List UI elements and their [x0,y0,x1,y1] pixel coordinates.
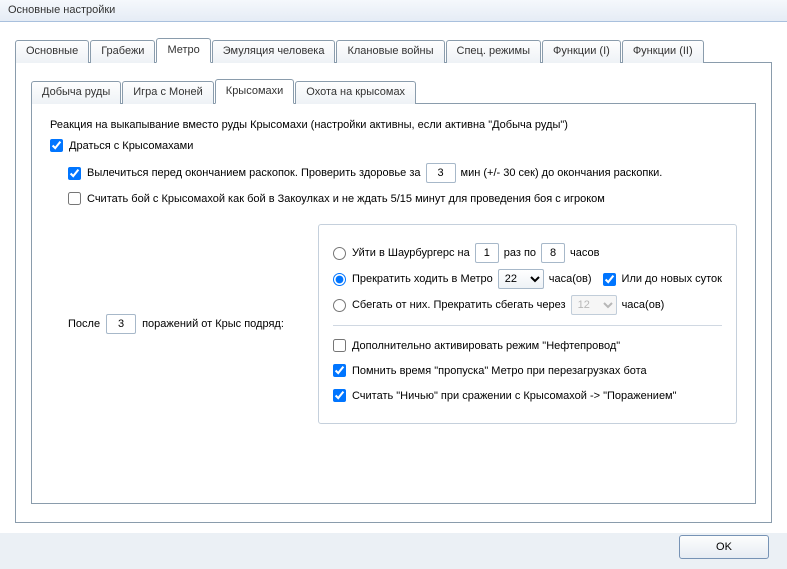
count-alley-label: Считать бой с Крысомахой как бой в Закоу… [87,193,605,205]
after-pre: После [68,318,100,330]
opt3-row: Сбегать от них. Прекратить сбегать через… [333,295,722,315]
extra3-label: Считать "Ничью" при сражении с Крысомахо… [352,390,677,402]
after-post: поражений от Крыс подряд: [142,318,284,330]
opt2-pre: Прекратить ходить в Метро [352,273,493,285]
count-alley-checkbox[interactable] [68,192,81,205]
heal-minutes-input[interactable] [426,163,456,183]
opt3-radio[interactable] [333,299,346,312]
tab-ore[interactable]: Добыча руды [31,81,121,104]
heal-label-pre: Вылечиться перед окончанием раскопок. Пр… [87,167,421,179]
opt1-post: часов [570,247,599,259]
tab-monya[interactable]: Игра с Моней [122,81,214,104]
extra2-label: Помнить время "пропуска" Метро при перез… [352,365,647,377]
tab-func1[interactable]: Функции (I) [542,40,621,63]
opt3-hours-select[interactable]: 12 [571,295,617,315]
extra1-label: Дополнительно активировать режим "Нефтеп… [352,340,620,352]
opt2-or-checkbox[interactable] [603,273,616,286]
heal-checkbox[interactable] [68,167,81,180]
extra1-row: Дополнительно активировать режим "Нефтеп… [333,336,722,355]
main-tabstrip: Основные Грабежи Метро Эмуляция человека… [15,37,772,63]
after-count-input[interactable] [106,314,136,334]
tab-grabezhi[interactable]: Грабежи [90,40,155,63]
opt1-row: Уйти в Шаурбургерс на раз по часов [333,243,722,263]
opt2-row: Прекратить ходить в Метро 22 часа(ов) Ил… [333,269,722,289]
opt2-hours-select[interactable]: 22 [498,269,544,289]
extra2-checkbox[interactable] [333,364,346,377]
footer: OK [679,535,769,559]
main-window: Основные настройки Основные Грабежи Метр… [0,0,787,569]
tab-klanovye[interactable]: Клановые войны [336,40,444,63]
metro-tabstrip: Добыча руды Игра с Моней Крысомахи Охота… [31,78,756,104]
content-area: Основные Грабежи Метро Эмуляция человека… [0,22,787,533]
fight-checkbox[interactable] [50,139,63,152]
extra3-row: Считать "Ничью" при сражении с Крысомахо… [333,386,722,405]
opt1-radio[interactable] [333,247,346,260]
panel-heading: Реакция на выкапывание вместо руды Крысо… [50,119,737,131]
opt1-hours-input[interactable] [541,243,565,263]
fight-checkbox-row: Драться с Крысомахами [50,139,193,152]
options-fieldset: Уйти в Шаурбургерс на раз по часов Прекр… [318,224,737,424]
tab-spets[interactable]: Спец. режимы [446,40,542,63]
defeat-config-row: После поражений от Крыс подряд: Уйти в Ш… [68,224,737,424]
tab-metro[interactable]: Метро [156,38,210,63]
window-title: Основные настройки [0,0,787,22]
tab-hunt[interactable]: Охота на крысомах [295,81,416,104]
after-label-group: После поражений от Крыс подряд: [68,314,318,334]
count-alley-row: Считать бой с Крысомахой как бой в Закоу… [68,189,737,208]
heal-row: Вылечиться перед окончанием раскопок. Пр… [68,163,737,183]
main-tabpanel: Добыча руды Игра с Моней Крысомахи Охота… [15,63,772,523]
opt1-mid: раз по [504,247,536,259]
opt2-post: часа(ов) [549,273,592,285]
tab-func2[interactable]: Функции (II) [622,40,704,63]
fight-label: Драться с Крысомахами [69,140,193,152]
tab-krysomakhi[interactable]: Крысомахи [215,79,295,104]
opt1-times-input[interactable] [475,243,499,263]
heal-label-post: мин (+/- 30 сек) до окончания раскопки. [461,167,663,179]
options-divider [333,325,722,326]
opt3-post: часа(ов) [622,299,665,311]
ok-button[interactable]: OK [679,535,769,559]
extra3-checkbox[interactable] [333,389,346,402]
opt2-radio[interactable] [333,273,346,286]
opt1-pre: Уйти в Шаурбургерс на [352,247,470,259]
metro-tabpanel: Реакция на выкапывание вместо руды Крысо… [31,104,756,504]
extra2-row: Помнить время "пропуска" Метро при перез… [333,361,722,380]
tab-osnovnye[interactable]: Основные [15,40,89,63]
opt3-pre: Сбегать от них. Прекратить сбегать через [352,299,566,311]
opt2-or-label: Или до новых суток [622,273,722,285]
extra1-checkbox[interactable] [333,339,346,352]
tab-emulyatsiya[interactable]: Эмуляция человека [212,40,336,63]
